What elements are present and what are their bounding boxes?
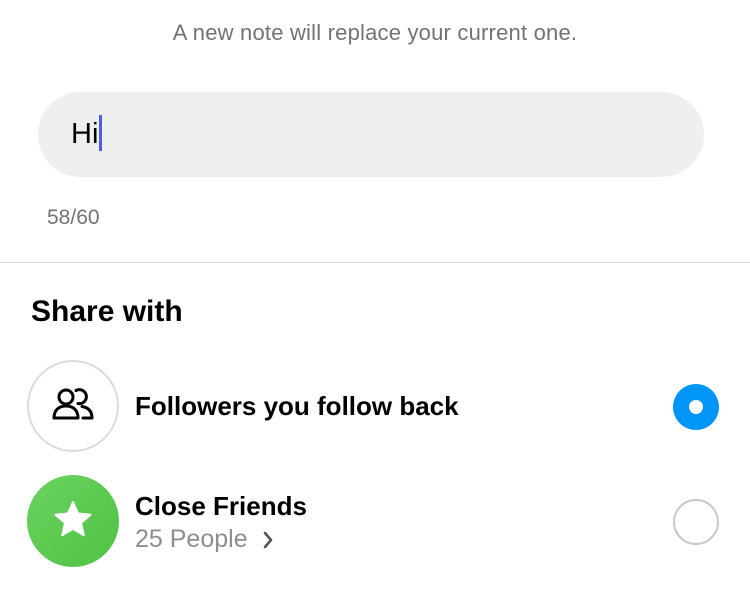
note-composer: A new note will replace your current one… — [0, 0, 750, 610]
close-friends-count-link[interactable]: 25 People — [135, 525, 274, 554]
people-icon — [51, 385, 95, 428]
replace-hint: A new note will replace your current one… — [172, 20, 578, 45]
close-friends-avatar — [27, 475, 119, 567]
radio-selected-dot — [689, 400, 703, 414]
note-text: Hi — [71, 118, 99, 150]
text-caret — [99, 114, 103, 151]
note-input[interactable]: Hi — [38, 92, 704, 177]
followers-radio[interactable] — [673, 384, 719, 430]
divider — [0, 262, 750, 263]
character-counter: 58/60 — [47, 206, 100, 229]
share-with-title: Share with — [31, 295, 183, 328]
star-icon — [53, 499, 93, 544]
share-option-followers[interactable]: Followers you follow back — [0, 360, 750, 454]
share-option-close-friends[interactable]: Close Friends 25 People — [0, 475, 750, 569]
close-friends-radio[interactable] — [673, 499, 719, 545]
close-friends-label: Close Friends — [135, 491, 307, 521]
followers-avatar — [27, 360, 119, 452]
followers-label: Followers you follow back — [135, 391, 459, 421]
close-friends-count: 25 People — [135, 525, 248, 553]
chevron-right-icon — [262, 530, 274, 550]
